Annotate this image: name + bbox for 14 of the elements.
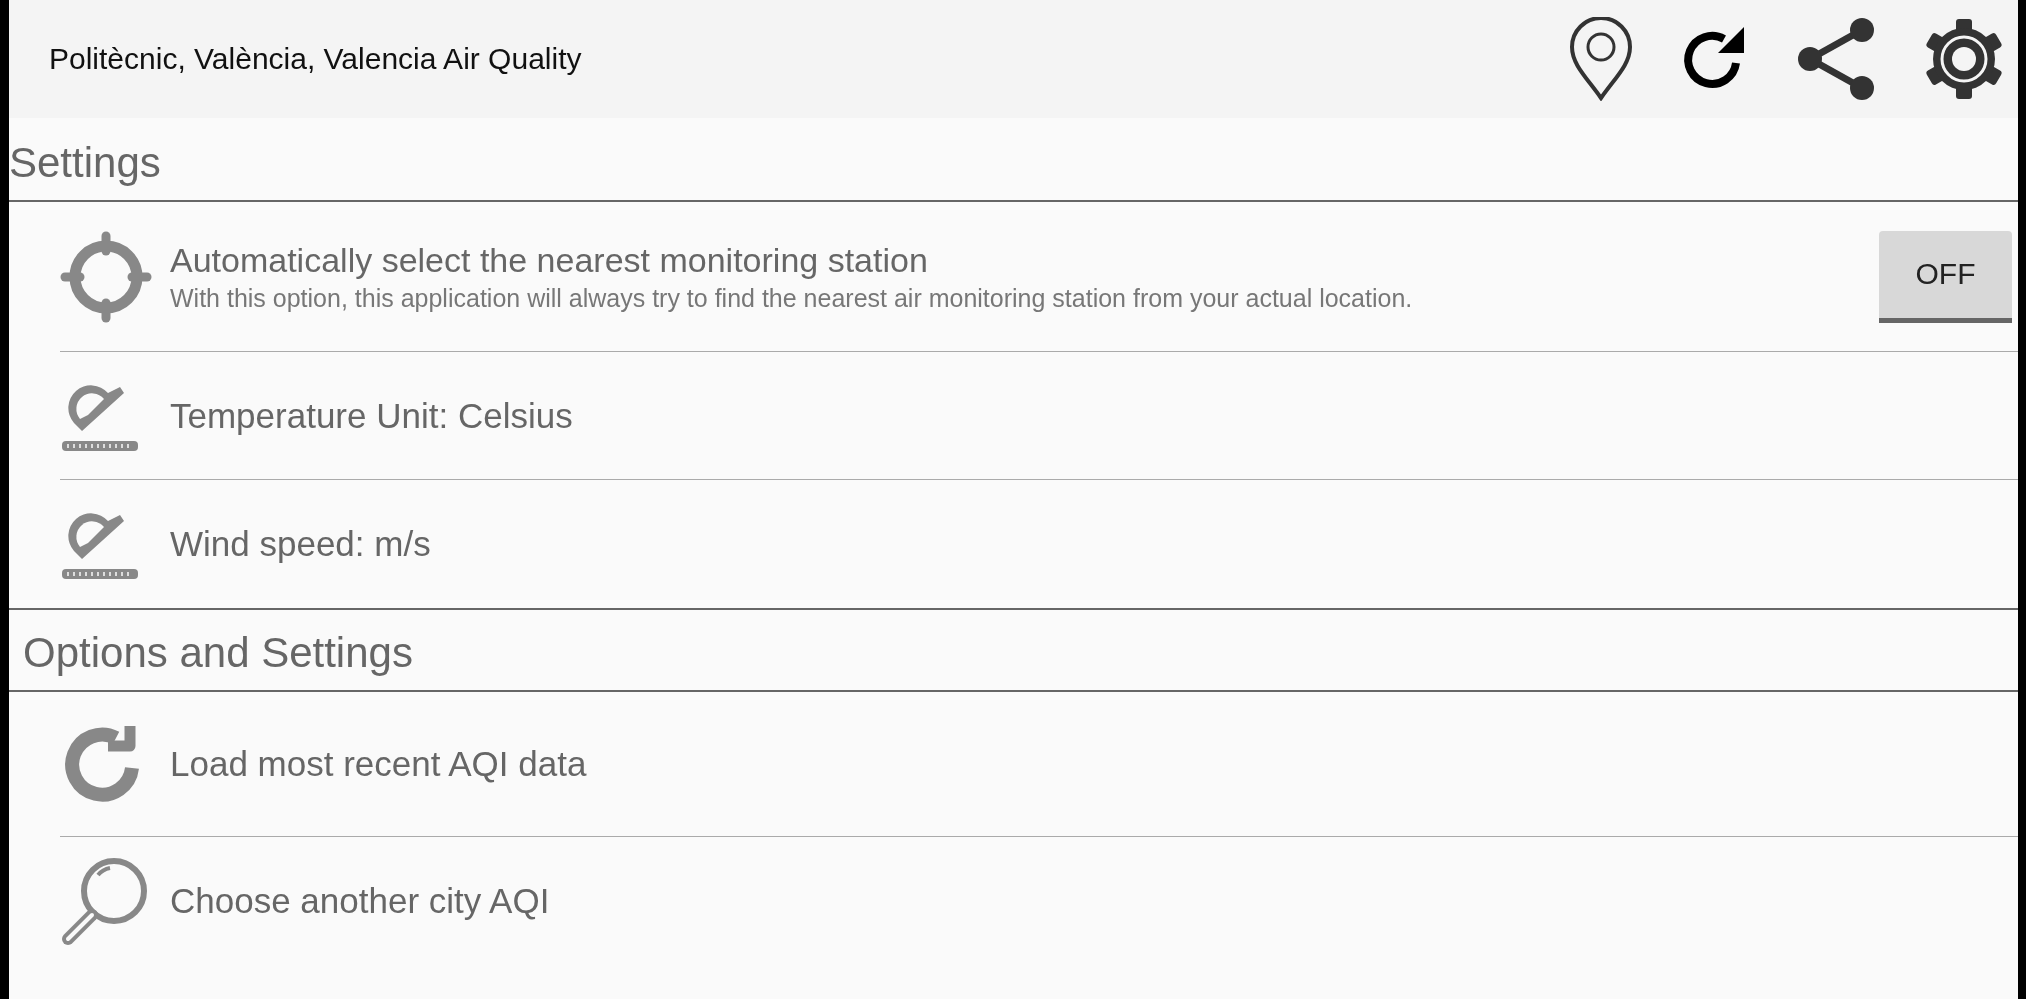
crosshair-icon: [60, 230, 152, 323]
magnifier-icon: [60, 855, 150, 948]
app-title: Politècnic, València, Valencia Air Quality: [49, 42, 582, 76]
setting-label[interactable]: Automatically select the nearest monitoring station: [170, 240, 1859, 280]
location-pin-icon[interactable]: [1568, 17, 1634, 101]
setting-label[interactable]: Wind speed: m/s: [170, 524, 2018, 565]
section-heading: Settings: [9, 118, 2018, 203]
settings-icon[interactable]: [1924, 17, 2004, 101]
toggle-button[interactable]: OFF: [1879, 230, 2012, 323]
setting-description: With this option, this application will always try to find the nearest air monitoring station from your actual location.: [170, 283, 1414, 313]
setting-label[interactable]: Load most recent AQI data: [170, 744, 2018, 785]
section-heading: Options and Settings: [9, 608, 2018, 693]
setting-label[interactable]: Temperature Unit: Celsius: [170, 395, 2018, 436]
setting-label[interactable]: Choose another city AQI: [170, 881, 2018, 922]
